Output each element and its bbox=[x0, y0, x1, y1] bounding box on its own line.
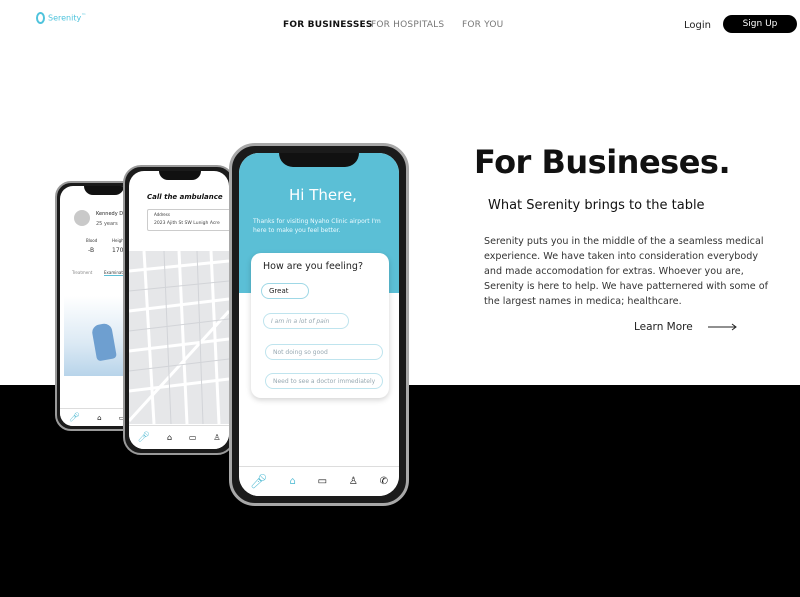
avatar bbox=[74, 210, 90, 226]
home-icon[interactable]: ⌂ bbox=[289, 476, 295, 487]
home-icon[interactable]: ⌂ bbox=[167, 433, 172, 442]
arrow-right-icon[interactable] bbox=[707, 321, 739, 333]
feeling-card: How are you feeling? Great I am in a lot… bbox=[251, 253, 389, 398]
patient-age: 25 years bbox=[96, 221, 118, 227]
address-value: 2023 Ajith St SW Lunigh Acre bbox=[154, 221, 220, 226]
address-field[interactable]: Address 2023 Ajith St SW Lunigh Acre bbox=[147, 209, 229, 231]
blood-value: -B bbox=[88, 247, 95, 254]
street-map[interactable] bbox=[129, 251, 229, 424]
home-icon[interactable]: ⌂ bbox=[97, 414, 101, 422]
chat-icon[interactable]: ▭ bbox=[189, 433, 197, 442]
option-pain[interactable]: I am in a lot of pain bbox=[263, 313, 349, 329]
ambulance-title: Call the ambulance bbox=[147, 193, 223, 201]
patient-name: Kennedy D bbox=[96, 211, 124, 217]
mic-icon[interactable]: 🎤︎ bbox=[69, 413, 80, 423]
nav-for-you[interactable]: FOR YOU bbox=[462, 20, 503, 30]
logo-icon bbox=[36, 12, 45, 24]
profile-icon[interactable]: ♙ bbox=[213, 433, 220, 442]
phone-chat: Hi There, Thanks for visiting Nyaho Clin… bbox=[229, 143, 409, 506]
address-label: Address bbox=[154, 212, 170, 217]
blood-label: Blood bbox=[86, 238, 98, 243]
learn-more-link[interactable]: Learn More bbox=[634, 321, 693, 333]
feeling-question: How are you feeling? bbox=[263, 261, 364, 272]
nav-for-hospitals[interactable]: FOR HOSPITALS bbox=[371, 20, 444, 30]
tab-bar: 🎤︎ ⌂ ▭ ♙ bbox=[129, 425, 229, 449]
hero-description: Serenity puts you in the middle of the a… bbox=[484, 236, 768, 307]
page-subtitle: What Serenity brings to the table bbox=[488, 198, 705, 213]
tab-treatment[interactable]: Treatment bbox=[72, 270, 92, 275]
intro-text: Thanks for visiting Nyaho Clinic airport… bbox=[253, 218, 381, 234]
login-link[interactable]: Login bbox=[684, 20, 711, 31]
chat-icon[interactable]: ▭ bbox=[318, 476, 327, 487]
signup-button[interactable]: Sign Up bbox=[723, 15, 797, 33]
phone-ambulance: Call the ambulance Address 2023 Ajith St… bbox=[123, 165, 235, 455]
phone-call-icon[interactable]: ✆ bbox=[380, 476, 388, 487]
option-great[interactable]: Great bbox=[261, 283, 309, 299]
logo[interactable]: Serenity™ bbox=[36, 12, 86, 24]
mic-icon[interactable]: 🎤︎ bbox=[137, 432, 150, 443]
tab-bar: 🎤︎ ⌂ ▭ ♙ ✆ bbox=[239, 466, 399, 496]
page-title: For Busineses. bbox=[474, 143, 731, 181]
mic-icon[interactable]: 🎤︎ bbox=[250, 474, 268, 490]
greeting: Hi There, bbox=[289, 186, 357, 204]
nav-for-businesses[interactable]: FOR BUSINESSES bbox=[283, 20, 373, 30]
tab-examination[interactable]: Examinat bbox=[104, 270, 123, 276]
option-see-doctor[interactable]: Need to see a doctor immediately bbox=[265, 373, 383, 389]
height-value: 170 bbox=[112, 247, 124, 254]
top-nav: Serenity™ FOR BUSINESSES FOR HOSPITALS F… bbox=[0, 0, 800, 50]
option-not-good[interactable]: Not doing so good bbox=[265, 344, 383, 360]
logo-text: Serenity™ bbox=[48, 13, 87, 23]
profile-icon[interactable]: ♙ bbox=[349, 476, 358, 487]
